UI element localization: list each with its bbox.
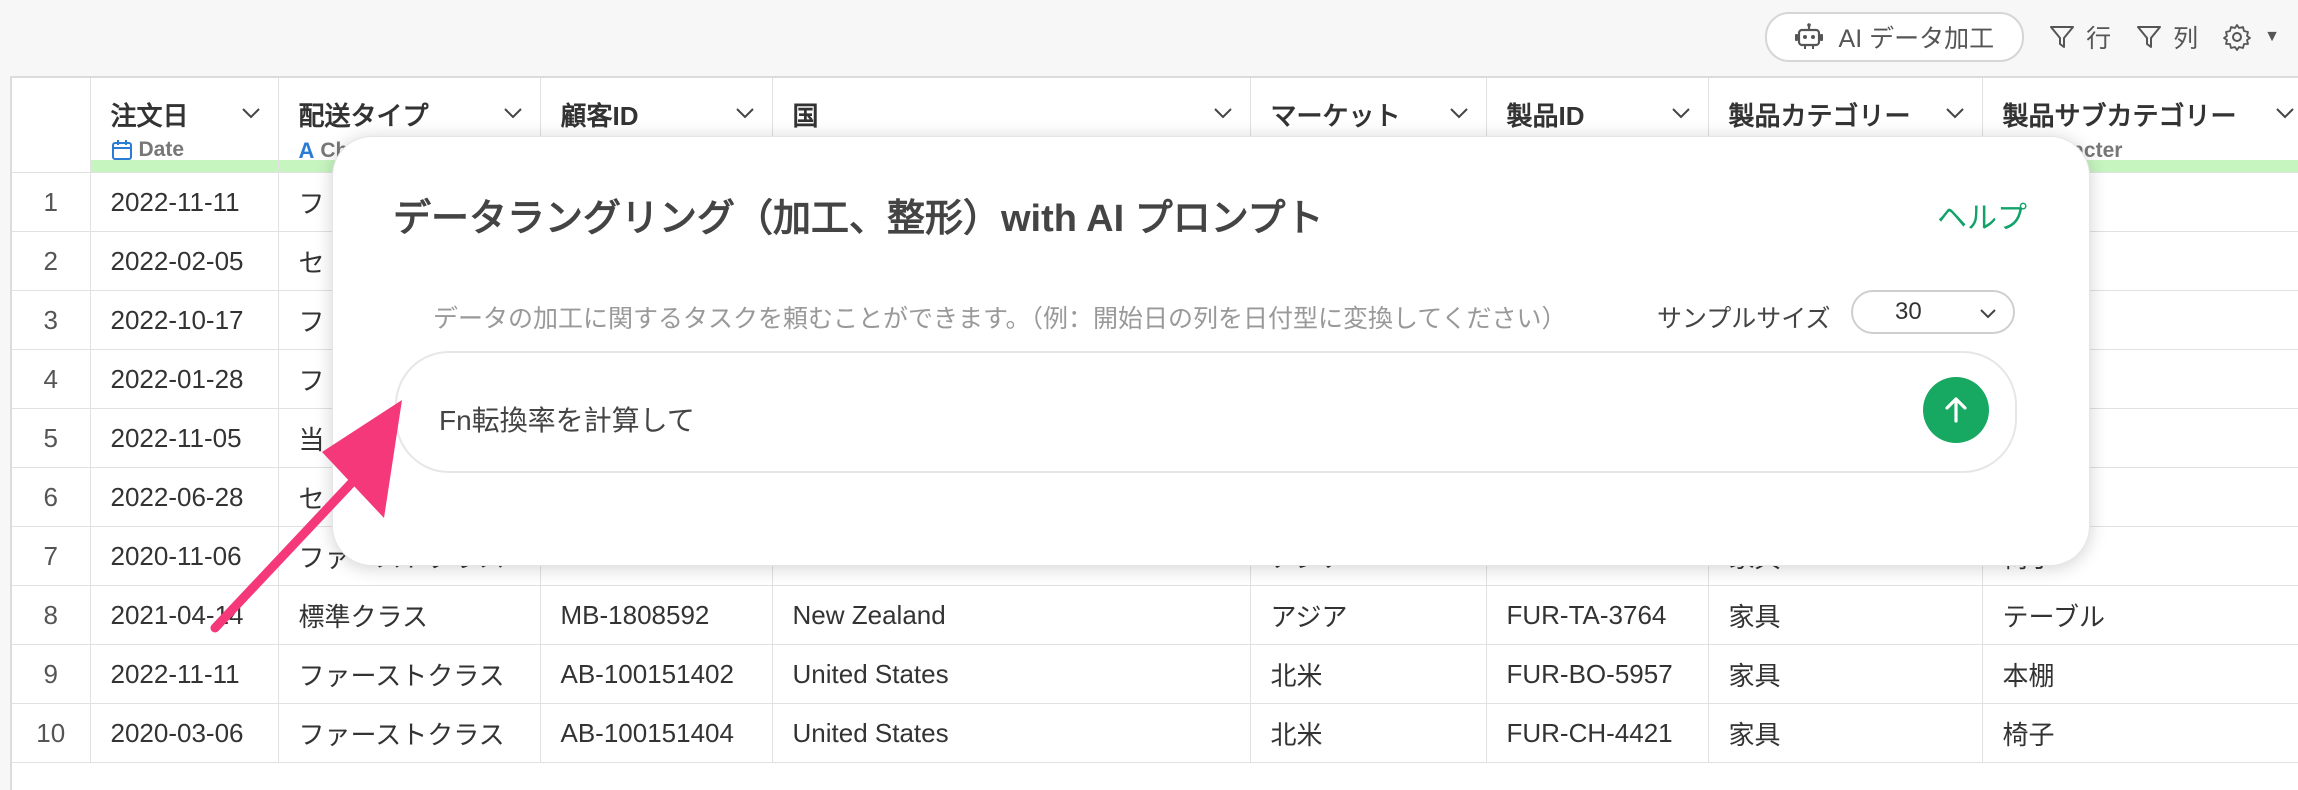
chevron-down-icon[interactable] — [1944, 102, 1966, 124]
column-name: 顧客ID — [561, 96, 639, 133]
gear-icon — [2222, 22, 2252, 52]
table-cell[interactable]: MB-1808592 — [540, 586, 772, 645]
row-number: 2 — [12, 232, 90, 291]
chevron-down-icon[interactable] — [240, 102, 262, 124]
help-link[interactable]: ヘルプ — [1937, 193, 2027, 237]
prompt-input[interactable]: Fn転換率を計算して — [395, 351, 2017, 473]
table-cell[interactable]: 椅子 — [1982, 704, 2298, 763]
chevron-down-icon[interactable] — [1212, 102, 1234, 124]
row-number: 7 — [12, 527, 90, 586]
row-filter-button[interactable]: 行 — [2048, 19, 2111, 55]
arrow-up-icon — [1939, 393, 1973, 427]
table-cell[interactable]: アジア — [1250, 586, 1486, 645]
table-cell[interactable]: ファーストクラス — [278, 645, 540, 704]
table-cell[interactable]: 2022-02-05 — [90, 232, 278, 291]
table-cell[interactable]: 2022-11-11 — [90, 645, 278, 704]
table-cell[interactable]: FUR-CH-4421 — [1486, 704, 1708, 763]
sample-size-select[interactable]: 30 — [1851, 290, 2015, 334]
chevron-down-icon[interactable] — [2274, 102, 2296, 124]
ai-prompt-dialog: データラングリング（加工、整形）with AI プロンプト ヘルプ データの加工… — [332, 136, 2090, 566]
table-cell[interactable]: New Zealand — [772, 586, 1250, 645]
table-cell[interactable]: United States — [772, 704, 1250, 763]
table-cell[interactable]: ファーストクラス — [278, 704, 540, 763]
table-cell[interactable]: 2022-06-28 — [90, 468, 278, 527]
ai-button-label: AI データ加工 — [1839, 19, 1995, 55]
chevron-down-icon: ▼ — [2264, 28, 2280, 46]
table-row[interactable]: 82021-04-14標準クラスMB-1808592New Zealandアジア… — [12, 586, 2298, 645]
table-cell[interactable]: 2022-11-11 — [90, 173, 278, 232]
chevron-down-icon[interactable] — [1670, 102, 1692, 124]
table-cell[interactable]: 2021-04-14 — [90, 586, 278, 645]
row-number: 9 — [12, 645, 90, 704]
table-cell[interactable]: FUR-TA-3764 — [1486, 586, 1708, 645]
column-name: 注文日 — [111, 96, 189, 133]
table-cell[interactable]: 2022-01-28 — [90, 350, 278, 409]
calendar-icon — [111, 139, 133, 161]
row-number-header — [12, 78, 90, 173]
table-row[interactable]: 102020-03-06ファーストクラスAB-100151404United S… — [12, 704, 2298, 763]
row-filter-label: 行 — [2086, 19, 2111, 55]
table-cell[interactable]: 家具 — [1708, 586, 1982, 645]
column-name: 配送タイプ — [299, 96, 429, 133]
column-name: マーケット — [1271, 96, 1401, 133]
robot-icon — [1793, 21, 1825, 53]
column-name: 製品ID — [1507, 96, 1585, 133]
chevron-down-icon[interactable] — [1448, 102, 1470, 124]
column-type: Date — [111, 138, 185, 162]
filter-icon — [2135, 23, 2163, 51]
column-name: 製品サブカテゴリー — [2003, 96, 2237, 133]
send-button[interactable] — [1923, 377, 1989, 443]
sample-size-value: 30 — [1895, 298, 1922, 326]
ai-data-processing-button[interactable]: AI データ加工 — [1765, 12, 2025, 62]
table-cell[interactable]: テーブル — [1982, 586, 2298, 645]
toolbar: AI データ加工 行 列 ▼ — [1765, 14, 2280, 60]
row-number: 4 — [12, 350, 90, 409]
table-cell[interactable]: 本棚 — [1982, 645, 2298, 704]
table-row[interactable]: 92022-11-11ファーストクラスAB-100151402United St… — [12, 645, 2298, 704]
prompt-input-text[interactable]: Fn転換率を計算して — [439, 399, 695, 439]
column-filter-button[interactable]: 列 — [2135, 19, 2198, 55]
filter-icon — [2048, 23, 2076, 51]
table-cell[interactable]: 標準クラス — [278, 586, 540, 645]
table-cell[interactable]: 家具 — [1708, 645, 1982, 704]
column-type-label: Date — [139, 138, 185, 162]
table-cell[interactable]: AB-100151402 — [540, 645, 772, 704]
chevron-down-icon[interactable] — [502, 102, 524, 124]
table-cell[interactable]: AB-100151404 — [540, 704, 772, 763]
row-number: 1 — [12, 173, 90, 232]
row-number: 3 — [12, 291, 90, 350]
row-number: 8 — [12, 586, 90, 645]
column-quality-bar — [91, 160, 278, 172]
sample-size-label: サンプルサイズ — [1657, 299, 1831, 335]
chevron-down-icon[interactable] — [734, 102, 756, 124]
table-cell[interactable]: 2020-03-06 — [90, 704, 278, 763]
column-name: 国 — [793, 96, 819, 133]
table-cell[interactable]: 家具 — [1708, 704, 1982, 763]
column-name: 製品カテゴリー — [1729, 96, 1911, 133]
row-number: 10 — [12, 704, 90, 763]
prompt-hint: データの加工に関するタスクを頼むことができます。（例：開始日の列を日付型に変換し… — [433, 299, 1567, 335]
column-header[interactable]: 注文日 Date — [90, 78, 278, 173]
column-filter-label: 列 — [2173, 19, 2198, 55]
table-cell[interactable]: United States — [772, 645, 1250, 704]
table-cell[interactable]: 2022-11-05 — [90, 409, 278, 468]
table-cell[interactable]: 北米 — [1250, 704, 1486, 763]
table-cell[interactable]: 2022-10-17 — [90, 291, 278, 350]
dialog-title: データラングリング（加工、整形）with AI プロンプト — [393, 187, 1324, 242]
row-number: 5 — [12, 409, 90, 468]
table-cell[interactable]: 北米 — [1250, 645, 1486, 704]
table-cell[interactable]: 2020-11-06 — [90, 527, 278, 586]
table-cell[interactable]: FUR-BO-5957 — [1486, 645, 1708, 704]
chevron-down-icon — [1979, 305, 1997, 323]
settings-menu-button[interactable]: ▼ — [2222, 22, 2280, 52]
row-number: 6 — [12, 468, 90, 527]
